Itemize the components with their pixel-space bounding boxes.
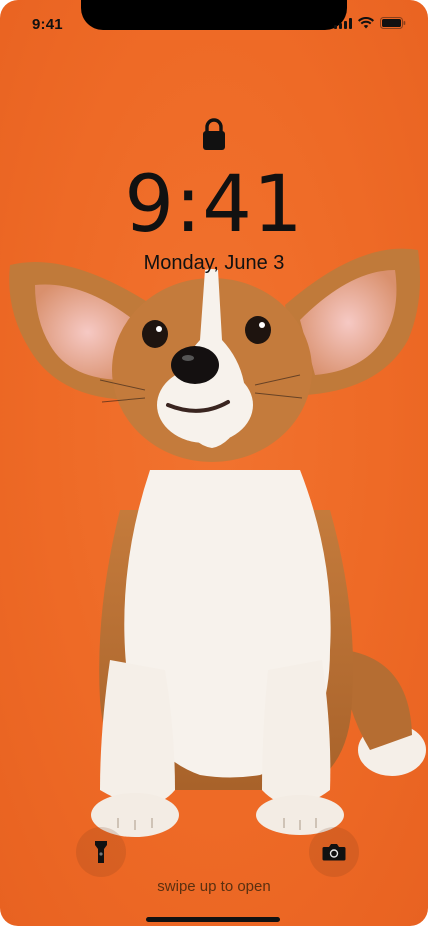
battery-icon <box>380 17 406 29</box>
status-icons <box>334 17 406 29</box>
camera-button[interactable] <box>309 827 359 877</box>
corgi-wallpaper <box>9 248 426 837</box>
lock-screen[interactable]: 9:41 9:41 Monday, June 3 swipe up to ope… <box>0 0 428 926</box>
notch <box>81 0 347 30</box>
swipe-up-hint: swipe up to open <box>157 878 271 895</box>
home-indicator[interactable] <box>146 917 280 922</box>
camera-icon <box>322 844 346 861</box>
status-time: 9:41 <box>32 16 63 33</box>
flashlight-button[interactable] <box>76 827 126 877</box>
cellular-signal-icon <box>334 17 352 29</box>
padlock-icon <box>203 118 225 150</box>
flashlight-icon <box>95 841 107 863</box>
lock-date: Monday, June 3 <box>143 252 285 274</box>
wifi-icon <box>358 17 374 29</box>
lock-clock: 9:41 <box>124 160 304 250</box>
